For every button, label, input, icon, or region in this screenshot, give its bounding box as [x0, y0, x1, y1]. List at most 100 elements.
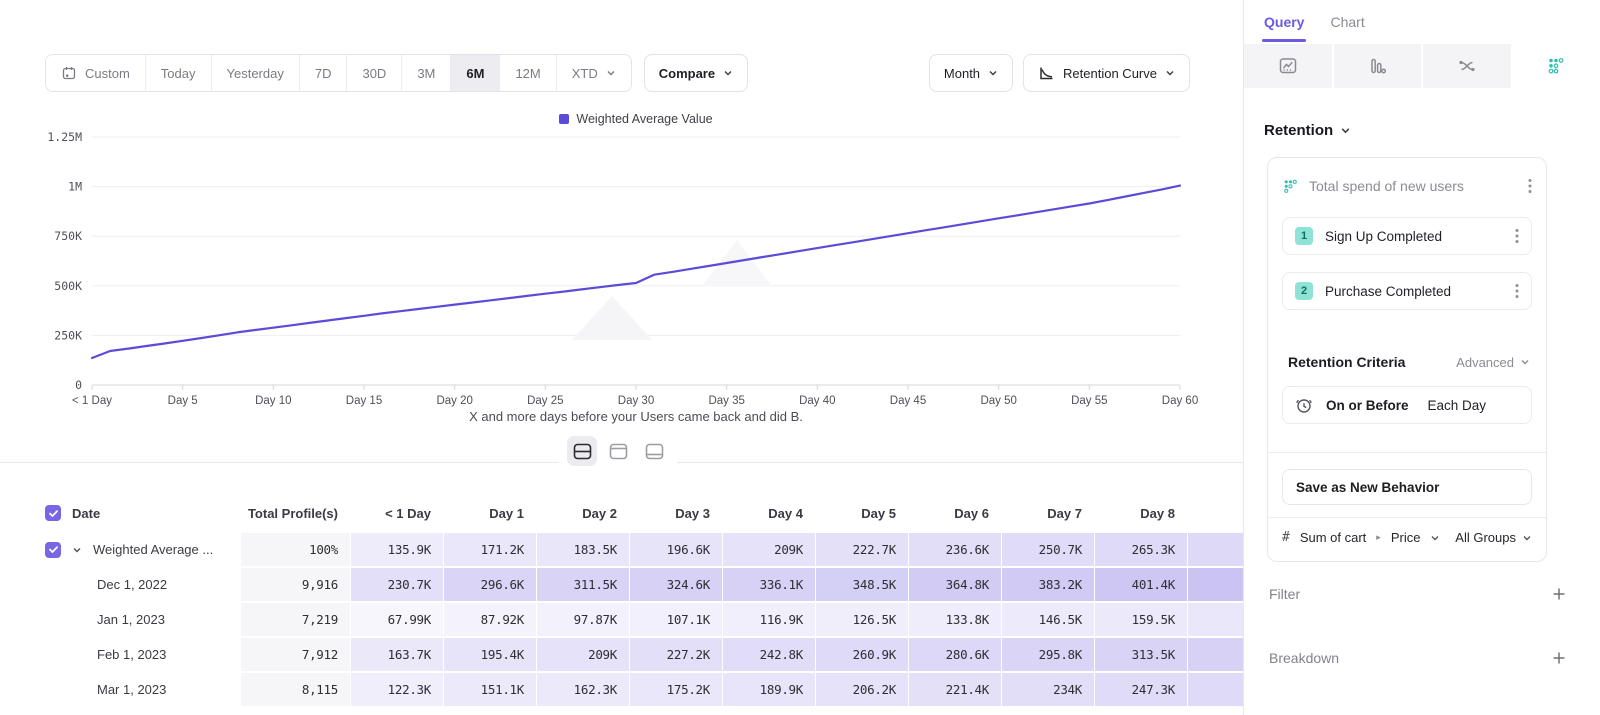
- chart-type-dropdown[interactable]: Retention Curve: [1023, 54, 1190, 92]
- tab-query[interactable]: Query: [1264, 0, 1304, 44]
- kebab-menu-icon[interactable]: [1528, 178, 1532, 194]
- measurement-row[interactable]: # Sum of cart ▸ Price All Groups: [1268, 517, 1546, 555]
- total-profiles-cell: 9,916: [241, 568, 350, 601]
- add-breakdown-button[interactable]: [1552, 651, 1566, 665]
- x-axis-tick-label: Day 30: [618, 395, 654, 407]
- y-axis-tick-label: 250K: [54, 328, 82, 342]
- range-xtd[interactable]: XTD: [557, 55, 631, 91]
- x-axis-tick-label: < 1 Day: [72, 395, 112, 407]
- column-header-day[interactable]: Day 8: [1095, 495, 1187, 531]
- split-view-icon: [573, 443, 592, 460]
- retention-value-cell: 250.7K: [1002, 533, 1094, 566]
- row-label-cell: Weighted Average ...: [0, 533, 240, 566]
- column-header-day[interactable]: Day 1: [444, 495, 536, 531]
- retention-value-cell: 227.2K: [630, 638, 722, 671]
- behavior-header[interactable]: Total spend of new users: [1282, 172, 1532, 200]
- chart-legend[interactable]: Weighted Average Value: [92, 112, 1180, 126]
- range-7d[interactable]: 7D: [300, 55, 348, 91]
- range-yesterday[interactable]: Yesterday: [212, 55, 300, 91]
- column-header-day[interactable]: Day 7: [1002, 495, 1094, 531]
- range-custom[interactable]: Custom: [46, 55, 146, 91]
- retention-curve-icon: [1038, 65, 1055, 82]
- check-icon: [48, 508, 59, 519]
- range-6m-selected[interactable]: 6M: [451, 55, 500, 91]
- column-header-day[interactable]: Day 5: [816, 495, 908, 531]
- calendar-icon: [61, 65, 77, 81]
- tab-insights[interactable]: [1244, 44, 1332, 88]
- kebab-menu-icon[interactable]: [1515, 283, 1519, 299]
- table-row[interactable]: Weighted Average ...100%135.9K171.2K183.…: [0, 533, 1243, 566]
- layout-split-view-button[interactable]: [567, 436, 597, 466]
- range-today[interactable]: Today: [146, 55, 212, 91]
- retention-value-cell: 222.7K: [816, 533, 908, 566]
- funnels-icon: [1367, 56, 1387, 76]
- column-header-total-profiles[interactable]: Total Profile(s): [241, 495, 350, 531]
- retention-value-cell: 97.87K: [537, 603, 629, 636]
- tab-retention-selected[interactable]: [1513, 44, 1600, 88]
- x-axis-tick-label: Day 35: [708, 395, 744, 407]
- retention-value-cell: 183.5K: [537, 533, 629, 566]
- table-row[interactable]: Feb 1, 20237,912163.7K195.4K209K227.2K24…: [0, 638, 1243, 671]
- retention-value-cell: 126.5K: [816, 603, 908, 636]
- all-groups-dropdown[interactable]: All Groups: [1455, 530, 1532, 545]
- layout-table-only-button[interactable]: [639, 436, 669, 466]
- step-purchase-completed[interactable]: 2 Purchase Completed: [1282, 272, 1532, 310]
- range-3m[interactable]: 3M: [402, 55, 451, 91]
- chevron-down-icon: [988, 68, 998, 78]
- x-axis-tick-label: Day 55: [1071, 395, 1107, 407]
- retention-value-cell: 189.9K: [723, 673, 815, 706]
- advanced-dropdown[interactable]: Advanced: [1456, 355, 1530, 370]
- retention-value-cell: 162.3K: [537, 673, 629, 706]
- retention-criteria-label: Retention Criteria: [1288, 354, 1405, 370]
- column-header-date[interactable]: Date: [0, 495, 240, 531]
- row-checkbox[interactable]: [45, 542, 61, 558]
- breakdown-section: Breakdown: [1269, 650, 1566, 666]
- report-section-dropdown[interactable]: Retention: [1264, 122, 1600, 139]
- retention-value-cell: 401.4K: [1095, 568, 1187, 601]
- retention-value-cell: 146.5K: [1002, 603, 1094, 636]
- table-row[interactable]: Dec 1, 20229,916230.7K296.6K311.5K324.6K…: [0, 568, 1243, 601]
- behavior-retention-icon: [1282, 178, 1299, 195]
- save-as-new-behavior-button[interactable]: Save as New Behavior: [1282, 469, 1532, 505]
- chart-caption: X and more days before your Users came b…: [92, 409, 1180, 424]
- retention-line-chart[interactable]: 0250K500K750K1M1.25M< 1 DayDay 5Day 10Da…: [0, 128, 1243, 408]
- table-row[interactable]: Jan 1, 20237,21967.99K87.92K97.87K107.1K…: [0, 603, 1243, 636]
- breakdown-label: Breakdown: [1269, 650, 1339, 666]
- chevron-down-icon: [723, 68, 733, 78]
- column-header-day[interactable]: Day 2: [537, 495, 629, 531]
- table-row[interactable]: Mar 1, 20238,115122.3K151.1K162.3K175.2K…: [0, 673, 1243, 706]
- kebab-menu-icon[interactable]: [1515, 228, 1519, 244]
- row-expander-chevron-icon[interactable]: [72, 545, 82, 555]
- column-header-day[interactable]: Day 4: [723, 495, 815, 531]
- compare-button[interactable]: Compare: [644, 54, 748, 92]
- range-30d[interactable]: 30D: [347, 55, 402, 91]
- behavior-title: Total spend of new users: [1309, 178, 1464, 194]
- retention-value-cell: 122.3K: [351, 673, 443, 706]
- main-content: Custom Today Yesterday 7D 30D 3M 6M 12M …: [0, 0, 1243, 715]
- retention-value-cell: 234K: [1002, 673, 1094, 706]
- table-header-row: DateTotal Profile(s)< 1 DayDay 1Day 2Day…: [0, 495, 1243, 531]
- retention-value-cell: 295.8K: [1002, 638, 1094, 671]
- tab-funnels[interactable]: [1334, 44, 1422, 88]
- measure-property-label: Price: [1391, 530, 1421, 545]
- row-label-cell: Mar 1, 2023: [0, 673, 240, 706]
- range-12m[interactable]: 12M: [500, 55, 556, 91]
- step-sign-up-completed[interactable]: 1 Sign Up Completed: [1282, 217, 1532, 255]
- column-header-day[interactable]: Day 3: [630, 495, 722, 531]
- chart-only-icon: [609, 443, 628, 460]
- add-filter-button[interactable]: [1552, 587, 1566, 601]
- tab-chart[interactable]: Chart: [1330, 0, 1364, 44]
- alarm-clock-icon: [1295, 396, 1313, 414]
- sidebar-tabs: Query Chart: [1244, 0, 1600, 44]
- column-header-day[interactable]: Day 6: [909, 495, 1001, 531]
- column-header-day[interactable]: < 1 Day: [351, 495, 443, 531]
- tab-flows[interactable]: [1423, 44, 1511, 88]
- retention-value-cell: 116.9K: [723, 603, 815, 636]
- step-number-badge: 2: [1295, 282, 1313, 300]
- retention-timing-card[interactable]: On or Before Each Day: [1282, 386, 1532, 424]
- granularity-dropdown[interactable]: Month: [929, 54, 1013, 92]
- row-checkbox[interactable]: [45, 505, 61, 521]
- layout-chart-only-button[interactable]: [603, 436, 633, 466]
- y-axis-tick-label: 500K: [54, 279, 82, 293]
- x-axis-tick-label: Day 40: [799, 395, 835, 407]
